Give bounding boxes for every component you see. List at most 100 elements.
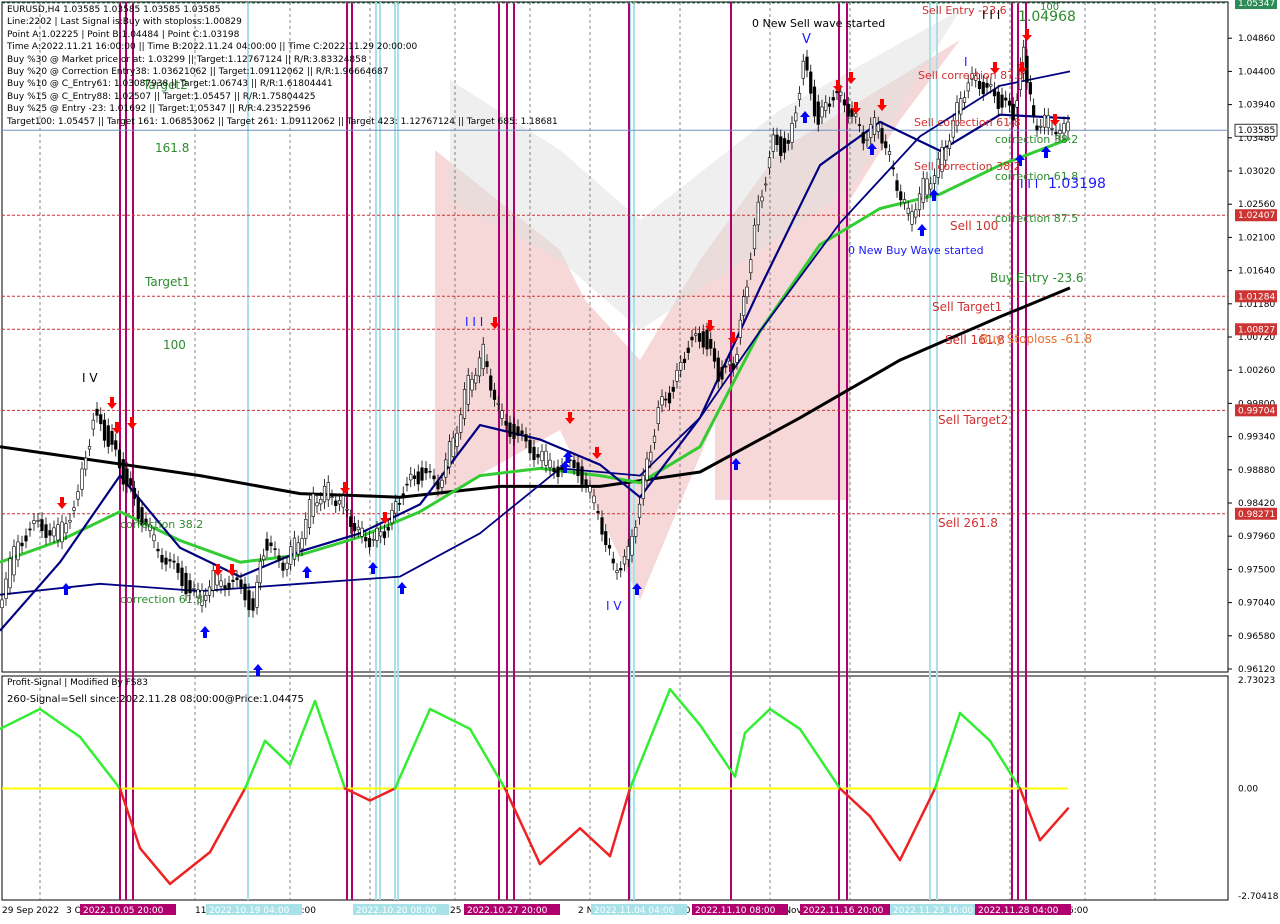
candle-body (528, 439, 532, 454)
candle-body (580, 466, 584, 485)
candle-body (735, 353, 739, 363)
candle-body (675, 370, 679, 382)
candle-body (782, 138, 787, 153)
candle-body (865, 138, 869, 141)
info-line: Buy %15 @ C_Entry88: 1.02507 || Target:1… (7, 91, 316, 102)
candle-body (694, 333, 698, 336)
oscillator-tick-label: 0.00 (1238, 785, 1258, 795)
candle-body (367, 538, 372, 548)
annotation-correction-618-left: correction 61.8 (120, 593, 203, 606)
candle-body (20, 542, 24, 547)
candle-body (544, 450, 548, 466)
candle-body (40, 519, 44, 532)
candle-body (884, 141, 888, 149)
candle-body (394, 501, 398, 514)
info-line: Buy %10 @ C_Entry61: 1.03087938 || Targe… (7, 79, 333, 90)
candle-body (99, 414, 103, 425)
time-axis-highlight-label: 2022.11.10 08:00 (695, 906, 776, 916)
candle-body (440, 479, 444, 488)
annotation-new-sell-wave: 0 New Sell wave started (752, 17, 885, 30)
candle-body (887, 151, 892, 155)
candle-body (334, 500, 338, 507)
time-axis-highlight-label: 2022.11.28 04:00 (978, 906, 1059, 916)
candle-body (652, 435, 657, 443)
info-panel: EURUSD,H4 1.03585 1.03585 1.03585 1.0358… (7, 4, 558, 128)
candle-body (121, 459, 125, 485)
candle-body (869, 124, 873, 138)
annotation-new-buy-wave: 0 New Buy Wave started (848, 244, 984, 257)
candle-body (444, 459, 448, 478)
candle-body (917, 193, 922, 211)
candle-body (352, 522, 357, 532)
candle-body (664, 398, 668, 401)
candle-body (760, 196, 764, 202)
candle-body (125, 468, 129, 487)
candle-body (409, 473, 413, 481)
candle-body (552, 467, 556, 472)
candle-body (432, 475, 436, 480)
candle-body (428, 470, 432, 473)
candle-body (966, 82, 970, 92)
candle-body (861, 132, 865, 144)
candle-body (4, 578, 8, 599)
candle-body (289, 546, 293, 565)
price-tick-label: 1.01640 (1238, 267, 1275, 277)
candle-body (117, 449, 122, 469)
candle-body (1062, 123, 1066, 134)
candle-body (106, 425, 110, 447)
candle-body (330, 496, 334, 499)
price-level-tag-label: 1.00827 (1238, 325, 1275, 335)
chart-root: 1.04860 1.04400 1.03940 1.03480 1.03020 1.025… (0, 0, 1280, 920)
price-tick-label: 1.02100 (1238, 233, 1275, 243)
candle-body (172, 560, 176, 563)
candle-body (634, 526, 638, 537)
candle-body (292, 537, 297, 560)
candle-body (304, 519, 308, 539)
candle-body (132, 487, 137, 499)
candle-body (451, 437, 455, 458)
candle-body (690, 336, 694, 341)
candle-body (645, 458, 649, 481)
candle-body (322, 485, 327, 503)
candle-body (152, 534, 156, 542)
oscillator-tick-label: -2.70418 (1238, 892, 1279, 902)
candle-body (779, 136, 783, 156)
price-level-tag-label: 0.98271 (1238, 510, 1275, 520)
candle-body (816, 101, 820, 125)
candle-body (524, 434, 528, 442)
candle-body (462, 389, 467, 419)
candle-body (615, 570, 619, 574)
candle-body (420, 467, 424, 481)
candle-body (95, 408, 99, 416)
time-axis-highlight-label: 2022.11.23 16:00 (893, 906, 974, 916)
candle-body (258, 561, 262, 584)
candle-body (76, 491, 80, 500)
price-tick-label: 0.97040 (1238, 599, 1275, 609)
annotation-wave-iii-mid: I I I (465, 315, 483, 329)
candle-body (622, 556, 627, 565)
candle-body (32, 520, 36, 524)
candle-body (375, 527, 379, 541)
annotation-target1: Target1 (144, 275, 190, 289)
candle-body (1004, 97, 1008, 101)
candle-body (168, 559, 172, 562)
candle-body (767, 157, 772, 169)
candle-body (649, 451, 653, 462)
candle-body (1035, 125, 1039, 131)
candle-body (68, 519, 72, 523)
annotation-wave-iii-low: I I I (1020, 177, 1038, 191)
candle-body (556, 466, 560, 477)
candle-body (319, 498, 323, 505)
candle-body (604, 531, 608, 546)
price-tick-label: 0.98880 (1238, 466, 1275, 476)
candle-body (204, 594, 208, 601)
candle-body (296, 542, 300, 555)
candle-body (794, 112, 798, 122)
candle-body (857, 124, 862, 126)
candle-body (504, 420, 508, 426)
annotation-wave-iii-top: I I I (982, 8, 1000, 22)
candle-body (985, 83, 989, 88)
candle-body (805, 56, 809, 71)
candle-body (156, 548, 160, 552)
candle-body (455, 432, 459, 447)
